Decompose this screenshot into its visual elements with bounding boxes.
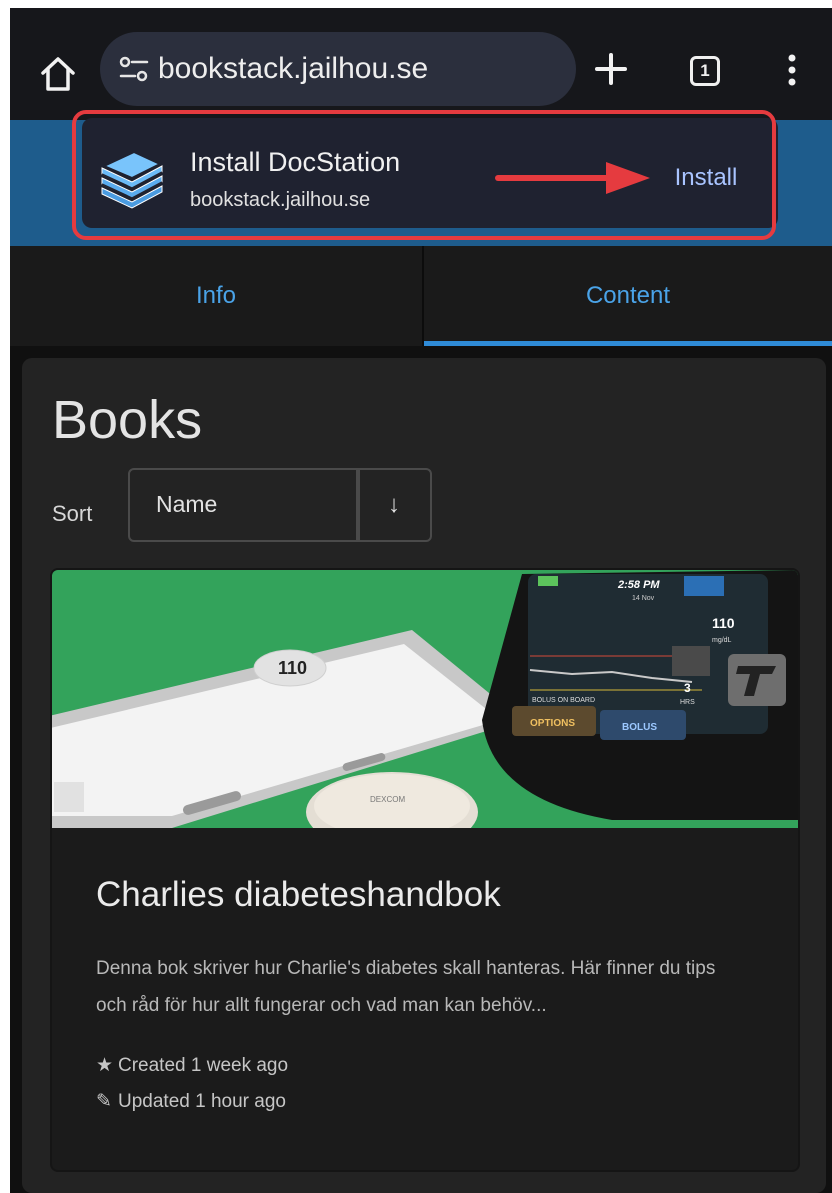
- pump-units: mg/dL: [712, 637, 732, 644]
- pump-reading: 110: [712, 615, 735, 631]
- new-tab-icon[interactable]: [592, 50, 630, 88]
- sort-value[interactable]: Name: [156, 490, 217, 518]
- tab-info[interactable]: Info: [10, 246, 422, 346]
- tab-bar: Info Content: [10, 246, 832, 346]
- home-icon[interactable]: [38, 54, 78, 94]
- tab-content[interactable]: Content: [424, 246, 832, 346]
- pencil-icon: ✎: [96, 1091, 112, 1112]
- book-title[interactable]: Charlies diabeteshandbok: [96, 874, 501, 916]
- browser-toolbar: bookstack.jailhou.se 1: [10, 8, 832, 120]
- install-highlight-box: [72, 110, 776, 240]
- url-text[interactable]: bookstack.jailhou.se: [158, 52, 428, 86]
- more-menu-icon[interactable]: [780, 50, 804, 90]
- updated-text: Updated 1 hour ago: [118, 1091, 286, 1112]
- pump-bolus: BOLUS: [622, 722, 657, 733]
- book-description: Denna bok skriver hur Charlie's diabetes…: [96, 958, 716, 1016]
- address-bar[interactable]: bookstack.jailhou.se: [100, 32, 576, 106]
- page-title: Books: [52, 390, 203, 450]
- pump-options: OPTIONS: [530, 718, 575, 729]
- phone-reading: 110: [278, 658, 307, 678]
- pump-bolus-on-board: BOLUS ON BOARD: [532, 697, 595, 704]
- updated-meta: ✎ Updated 1 hour ago: [96, 1090, 286, 1114]
- sensor-brand: DEXCOM: [370, 795, 405, 804]
- created-meta: ★ Created 1 week ago: [96, 1054, 288, 1078]
- active-tab-indicator: [424, 341, 832, 346]
- site-settings-icon[interactable]: [118, 54, 150, 84]
- book-cover-image[interactable]: 110 DEXCOM 2:58 PM 14 Nov 110 mg/dL 3 HR…: [52, 570, 798, 828]
- sort-direction-button[interactable]: ↓: [356, 468, 432, 542]
- books-card: Books Sort Name ↓ 110 DEXCOM 2:58 PM 14 …: [22, 358, 826, 1193]
- star-icon: ★: [96, 1055, 114, 1076]
- created-text: Created 1 week ago: [118, 1055, 289, 1076]
- pump-date: 14 Nov: [632, 595, 655, 602]
- sort-label: Sort: [52, 501, 93, 526]
- book-item[interactable]: 110 DEXCOM 2:58 PM 14 Nov 110 mg/dL 3 HR…: [50, 568, 800, 1172]
- tab-switcher-button[interactable]: 1: [690, 56, 720, 86]
- pump-hours: 3: [684, 681, 691, 695]
- phone-screen: bookstack.jailhou.se 1 Install DocStatio…: [10, 8, 832, 1193]
- sort-select[interactable]: Name: [128, 468, 360, 542]
- pump-time: 2:58 PM: [617, 579, 660, 591]
- pump-hrs: HRS: [680, 699, 695, 706]
